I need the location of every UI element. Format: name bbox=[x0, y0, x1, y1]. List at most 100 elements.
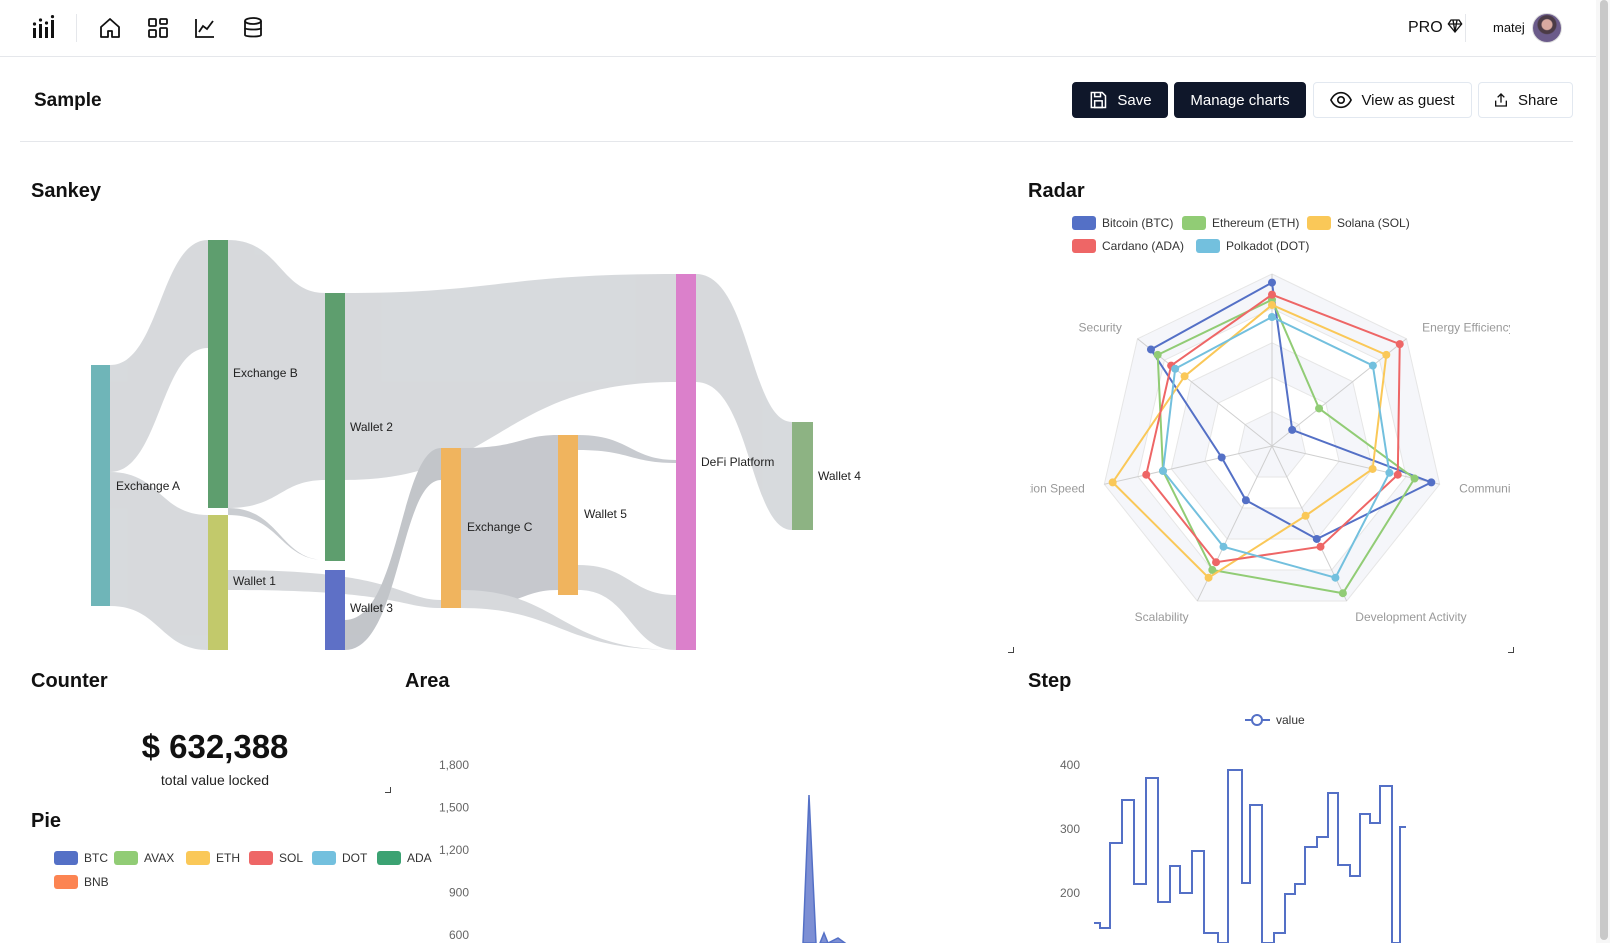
pie-legend-item[interactable]: ETH bbox=[186, 851, 240, 865]
sankey-label: DeFi Platform bbox=[701, 455, 774, 469]
radar-point[interactable] bbox=[1393, 470, 1402, 479]
radar-point[interactable] bbox=[1108, 478, 1117, 487]
radar-point[interactable] bbox=[1159, 466, 1168, 475]
pie-legend-label: AVAX bbox=[144, 851, 174, 865]
radar-point[interactable] bbox=[1385, 468, 1394, 477]
manage-charts-label: Manage charts bbox=[1190, 91, 1290, 109]
radar-point[interactable] bbox=[1217, 453, 1226, 462]
sankey-node-wallet-2[interactable] bbox=[325, 293, 345, 561]
radar-point[interactable] bbox=[1146, 345, 1155, 354]
counter-value: $ 632,388 bbox=[141, 728, 289, 765]
step-legend[interactable]: value bbox=[1245, 713, 1305, 727]
radar-legend-item[interactable]: Cardano (ADA) bbox=[1072, 239, 1184, 253]
username[interactable]: matej bbox=[1493, 20, 1525, 35]
radar-point[interactable] bbox=[1368, 361, 1377, 370]
legend-swatch bbox=[54, 875, 78, 889]
radar-point[interactable] bbox=[1171, 364, 1180, 373]
radar-point[interactable] bbox=[1331, 573, 1340, 582]
share-button[interactable]: Share bbox=[1478, 82, 1573, 118]
radar-axis-label: Transaction Speed bbox=[1030, 481, 1085, 495]
radar-point[interactable] bbox=[1427, 478, 1436, 487]
legend-swatch bbox=[1196, 239, 1220, 253]
radar-point[interactable] bbox=[1268, 278, 1276, 287]
radar-point[interactable] bbox=[1288, 425, 1297, 434]
radar-legend-item[interactable]: Solana (SOL) bbox=[1307, 216, 1410, 230]
radar-point[interactable] bbox=[1312, 534, 1321, 543]
legend-swatch bbox=[54, 851, 78, 865]
legend-swatch bbox=[114, 851, 138, 865]
sankey-node-exchange-b[interactable] bbox=[208, 240, 228, 508]
save-button[interactable]: Save bbox=[1072, 82, 1168, 118]
pie-legend-item[interactable]: SOL bbox=[249, 851, 303, 865]
pro-badge[interactable]: PRO bbox=[1408, 18, 1463, 37]
step-y-tick: 200 bbox=[1060, 886, 1080, 900]
counter-title: Counter bbox=[31, 670, 108, 692]
radar-point[interactable] bbox=[1268, 300, 1276, 309]
area-y-tick: 600 bbox=[449, 928, 469, 942]
radar-legend-item[interactable]: Polkadot (DOT) bbox=[1196, 239, 1309, 253]
radar-legend-item[interactable]: Ethereum (ETH) bbox=[1182, 216, 1299, 230]
radar-point[interactable] bbox=[1338, 589, 1347, 598]
sankey-node-wallet-3[interactable] bbox=[325, 570, 345, 650]
sankey-node-exchange-a[interactable] bbox=[91, 365, 110, 606]
legend-swatch bbox=[1072, 239, 1096, 253]
radar-point[interactable] bbox=[1268, 313, 1276, 321]
pie-legend: BTC AVAX ETH SOL DOT ADABNB bbox=[54, 851, 432, 889]
share-icon bbox=[1494, 93, 1507, 107]
sankey-chart: Exchange A Exchange B Wallet 1 Wallet 2 … bbox=[91, 240, 861, 650]
legend-swatch bbox=[377, 851, 401, 865]
sankey-node-wallet-5[interactable] bbox=[558, 435, 578, 595]
share-label: Share bbox=[1517, 91, 1559, 109]
radar-legend-label: Solana (SOL) bbox=[1337, 216, 1410, 230]
radar-point[interactable] bbox=[1153, 350, 1162, 359]
radar-point[interactable] bbox=[1316, 542, 1325, 551]
radar-point[interactable] bbox=[1212, 558, 1221, 567]
radar-point[interactable] bbox=[1204, 573, 1213, 582]
radar-point[interactable] bbox=[1382, 350, 1391, 359]
radar-point[interactable] bbox=[1368, 464, 1377, 473]
resize-handle[interactable] bbox=[1008, 647, 1014, 653]
radar-axis-label: Scalability bbox=[1135, 610, 1189, 624]
save-label: Save bbox=[1117, 91, 1152, 109]
radar-point[interactable] bbox=[1315, 404, 1324, 413]
pie-legend-item[interactable]: DOT bbox=[312, 851, 368, 865]
avatar[interactable] bbox=[1532, 13, 1562, 43]
pie-legend-item[interactable]: AVAX bbox=[114, 851, 174, 865]
resize-handle[interactable] bbox=[1508, 647, 1514, 653]
sankey-link bbox=[228, 508, 325, 560]
radar-point[interactable] bbox=[1301, 511, 1310, 520]
radar-axis-label: Development Activity bbox=[1355, 610, 1466, 624]
radar-chart: Bitcoin (BTC) Ethereum (ETH) Solana (SOL) C… bbox=[1030, 216, 1510, 624]
radar-axis-label: Energy Efficiency bbox=[1422, 321, 1510, 335]
counter-label: total value locked bbox=[160, 772, 270, 788]
sankey-node-wallet-4[interactable] bbox=[792, 422, 813, 530]
pie-legend-item[interactable]: BNB bbox=[54, 875, 109, 889]
step-title: Step bbox=[1028, 670, 1072, 692]
radar-point[interactable] bbox=[1410, 474, 1419, 483]
manage-charts-button[interactable]: Manage charts bbox=[1174, 82, 1306, 118]
view-as-guest-button[interactable]: View as guest bbox=[1313, 82, 1472, 118]
radar-point[interactable] bbox=[1241, 496, 1250, 505]
pie-legend-item[interactable]: BTC bbox=[54, 851, 108, 865]
legend-swatch bbox=[1072, 216, 1096, 230]
scrollbar-thumb[interactable] bbox=[1600, 0, 1608, 940]
sankey-node-wallet-1[interactable] bbox=[208, 515, 228, 650]
area-y-tick: 1,800 bbox=[439, 758, 469, 772]
radar-legend-item[interactable]: Bitcoin (BTC) bbox=[1072, 216, 1173, 230]
pie-legend-label: SOL bbox=[279, 851, 303, 865]
radar-point[interactable] bbox=[1268, 290, 1276, 299]
radar-point[interactable] bbox=[1395, 340, 1404, 349]
legend-swatch bbox=[1182, 216, 1206, 230]
sankey-link bbox=[578, 435, 676, 463]
radar-legend-label: Polkadot (DOT) bbox=[1226, 239, 1309, 253]
radar-point[interactable] bbox=[1180, 372, 1189, 381]
sankey-node-defi-platform[interactable] bbox=[676, 274, 696, 650]
sankey-node-exchange-c[interactable] bbox=[441, 448, 461, 608]
area-chart: 1,800 1,500 1,200 900 600 bbox=[439, 758, 847, 943]
radar-legend-label: Cardano (ADA) bbox=[1102, 239, 1184, 253]
resize-handle[interactable] bbox=[385, 787, 391, 793]
radar-point[interactable] bbox=[1219, 542, 1228, 551]
step-chart: value 400 300 200 bbox=[1060, 713, 1406, 943]
step-series bbox=[1094, 769, 1406, 943]
radar-point[interactable] bbox=[1142, 470, 1151, 479]
